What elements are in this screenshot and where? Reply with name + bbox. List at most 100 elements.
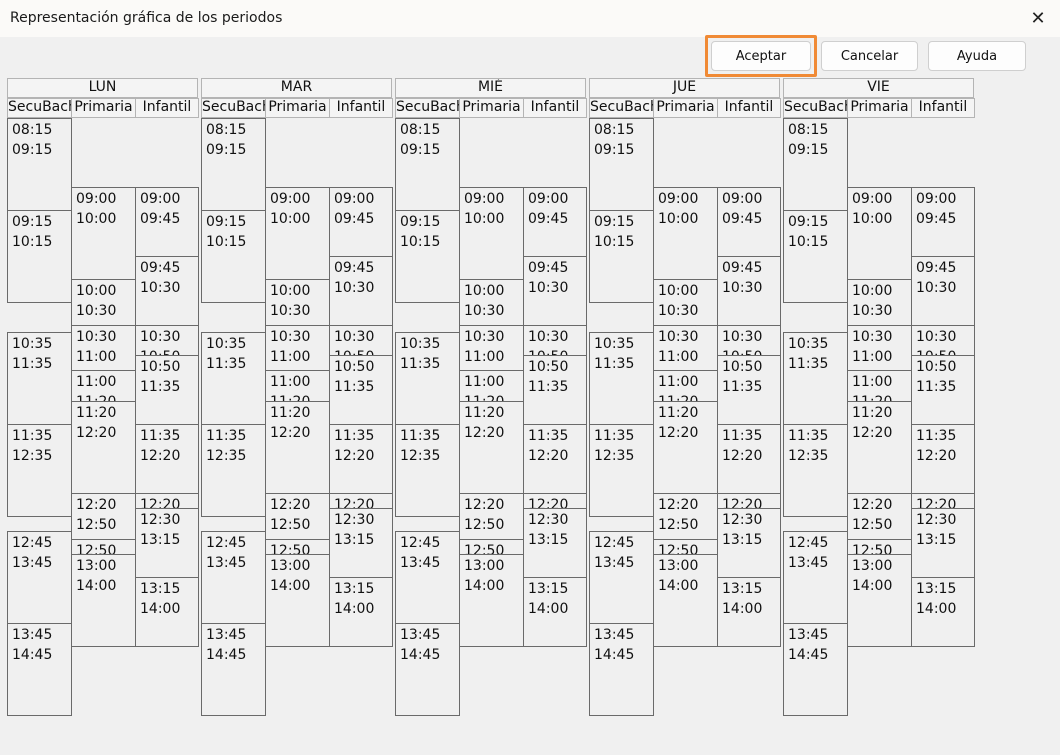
period-jue-primaria-1[interactable]: 10:00 10:30 (653, 279, 718, 326)
period-mie-infantil-1[interactable]: 09:45 10:30 (523, 256, 587, 326)
period-vie-primaria-6[interactable]: 12:5013:00 (847, 539, 912, 555)
period-lun-secubach-5[interactable]: 13:45 14:45 (7, 623, 72, 716)
close-button[interactable]: ✕ (1016, 0, 1060, 37)
period-mie-infantil-7[interactable]: 13:15 14:00 (523, 577, 587, 647)
period-mar-infantil-3[interactable]: 10:50 11:35 (329, 355, 393, 425)
period-mie-secubach-2[interactable]: 10:35 11:35 (395, 332, 460, 425)
period-jue-infantil-5[interactable]: 12:2012:30 (717, 493, 781, 509)
period-vie-secubach-3[interactable]: 11:35 12:35 (783, 424, 848, 517)
period-mar-secubach-0[interactable]: 08:15 09:15 (201, 118, 266, 211)
period-mar-infantil-7[interactable]: 13:15 14:00 (329, 577, 393, 647)
period-lun-primaria-3[interactable]: 11:00 11:20 (71, 370, 136, 402)
period-jue-primaria-0[interactable]: 09:00 10:00 (653, 187, 718, 280)
period-mie-primaria-7[interactable]: 13:00 14:00 (459, 554, 524, 647)
accept-button[interactable]: Aceptar (711, 41, 811, 71)
period-mie-primaria-2[interactable]: 10:30 11:00 (459, 325, 524, 371)
period-mie-primaria-3[interactable]: 11:00 11:20 (459, 370, 524, 402)
period-jue-secubach-2[interactable]: 10:35 11:35 (589, 332, 654, 425)
period-lun-secubach-0[interactable]: 08:15 09:15 (7, 118, 72, 211)
period-jue-infantil-1[interactable]: 09:45 10:30 (717, 256, 781, 326)
period-mar-primaria-5[interactable]: 12:20 12:50 (265, 493, 330, 540)
period-vie-infantil-7[interactable]: 13:15 14:00 (911, 577, 975, 647)
period-mar-primaria-2[interactable]: 10:30 11:00 (265, 325, 330, 371)
period-mie-secubach-5[interactable]: 13:45 14:45 (395, 623, 460, 716)
period-jue-primaria-6[interactable]: 12:5013:00 (653, 539, 718, 555)
period-mie-secubach-0[interactable]: 08:15 09:15 (395, 118, 460, 211)
period-vie-infantil-1[interactable]: 09:45 10:30 (911, 256, 975, 326)
period-mar-primaria-0[interactable]: 09:00 10:00 (265, 187, 330, 280)
period-jue-secubach-3[interactable]: 11:35 12:35 (589, 424, 654, 517)
period-jue-secubach-5[interactable]: 13:45 14:45 (589, 623, 654, 716)
period-lun-primaria-1[interactable]: 10:00 10:30 (71, 279, 136, 326)
period-mar-secubach-5[interactable]: 13:45 14:45 (201, 623, 266, 716)
period-mar-secubach-1[interactable]: 09:15 10:15 (201, 210, 266, 303)
period-lun-primaria-0[interactable]: 09:00 10:00 (71, 187, 136, 280)
period-vie-secubach-5[interactable]: 13:45 14:45 (783, 623, 848, 716)
period-mar-primaria-6[interactable]: 12:5013:00 (265, 539, 330, 555)
period-mie-infantil-3[interactable]: 10:50 11:35 (523, 355, 587, 425)
period-lun-infantil-7[interactable]: 13:15 14:00 (135, 577, 199, 647)
period-lun-primaria-7[interactable]: 13:00 14:00 (71, 554, 136, 647)
period-vie-primaria-7[interactable]: 13:00 14:00 (847, 554, 912, 647)
period-vie-infantil-3[interactable]: 10:50 11:35 (911, 355, 975, 425)
period-mar-secubach-3[interactable]: 11:35 12:35 (201, 424, 266, 517)
period-mie-infantil-6[interactable]: 12:30 13:15 (523, 508, 587, 578)
period-jue-primaria-3[interactable]: 11:00 11:20 (653, 370, 718, 402)
period-lun-infantil-6[interactable]: 12:30 13:15 (135, 508, 199, 578)
period-jue-primaria-7[interactable]: 13:00 14:00 (653, 554, 718, 647)
period-mar-infantil-4[interactable]: 11:35 12:20 (329, 424, 393, 494)
period-lun-infantil-0[interactable]: 09:00 09:45 (135, 187, 199, 257)
period-lun-secubach-4[interactable]: 12:45 13:45 (7, 531, 72, 624)
period-vie-infantil-4[interactable]: 11:35 12:20 (911, 424, 975, 494)
period-jue-infantil-2[interactable]: 10:3010:50 (717, 325, 781, 356)
period-lun-infantil-2[interactable]: 10:3010:50 (135, 325, 199, 356)
period-mar-primaria-1[interactable]: 10:00 10:30 (265, 279, 330, 326)
period-mie-primaria-1[interactable]: 10:00 10:30 (459, 279, 524, 326)
period-mie-infantil-5[interactable]: 12:2012:30 (523, 493, 587, 509)
period-mar-infantil-1[interactable]: 09:45 10:30 (329, 256, 393, 326)
period-mar-infantil-0[interactable]: 09:00 09:45 (329, 187, 393, 257)
period-mie-primaria-5[interactable]: 12:20 12:50 (459, 493, 524, 540)
period-vie-primaria-3[interactable]: 11:00 11:20 (847, 370, 912, 402)
period-vie-secubach-4[interactable]: 12:45 13:45 (783, 531, 848, 624)
period-lun-infantil-5[interactable]: 12:2012:30 (135, 493, 199, 509)
period-jue-primaria-5[interactable]: 12:20 12:50 (653, 493, 718, 540)
period-lun-secubach-1[interactable]: 09:15 10:15 (7, 210, 72, 303)
period-vie-primaria-4[interactable]: 11:20 12:20 (847, 401, 912, 494)
period-vie-infantil-0[interactable]: 09:00 09:45 (911, 187, 975, 257)
period-mie-secubach-3[interactable]: 11:35 12:35 (395, 424, 460, 517)
period-jue-primaria-4[interactable]: 11:20 12:20 (653, 401, 718, 494)
period-lun-infantil-1[interactable]: 09:45 10:30 (135, 256, 199, 326)
period-vie-secubach-0[interactable]: 08:15 09:15 (783, 118, 848, 211)
period-mar-secubach-2[interactable]: 10:35 11:35 (201, 332, 266, 425)
period-jue-infantil-7[interactable]: 13:15 14:00 (717, 577, 781, 647)
period-jue-secubach-4[interactable]: 12:45 13:45 (589, 531, 654, 624)
period-mie-infantil-4[interactable]: 11:35 12:20 (523, 424, 587, 494)
period-vie-primaria-5[interactable]: 12:20 12:50 (847, 493, 912, 540)
period-mie-infantil-0[interactable]: 09:00 09:45 (523, 187, 587, 257)
period-mar-infantil-6[interactable]: 12:30 13:15 (329, 508, 393, 578)
period-lun-secubach-3[interactable]: 11:35 12:35 (7, 424, 72, 517)
period-jue-secubach-1[interactable]: 09:15 10:15 (589, 210, 654, 303)
period-jue-infantil-6[interactable]: 12:30 13:15 (717, 508, 781, 578)
period-vie-infantil-6[interactable]: 12:30 13:15 (911, 508, 975, 578)
period-vie-infantil-5[interactable]: 12:2012:30 (911, 493, 975, 509)
period-mar-primaria-4[interactable]: 11:20 12:20 (265, 401, 330, 494)
period-vie-secubach-1[interactable]: 09:15 10:15 (783, 210, 848, 303)
period-mie-secubach-4[interactable]: 12:45 13:45 (395, 531, 460, 624)
period-mar-infantil-2[interactable]: 10:3010:50 (329, 325, 393, 356)
period-jue-infantil-3[interactable]: 10:50 11:35 (717, 355, 781, 425)
period-lun-primaria-5[interactable]: 12:20 12:50 (71, 493, 136, 540)
period-mie-primaria-6[interactable]: 12:5013:00 (459, 539, 524, 555)
period-vie-infantil-2[interactable]: 10:3010:50 (911, 325, 975, 356)
period-mie-primaria-4[interactable]: 11:20 12:20 (459, 401, 524, 494)
period-jue-infantil-0[interactable]: 09:00 09:45 (717, 187, 781, 257)
period-vie-primaria-0[interactable]: 09:00 10:00 (847, 187, 912, 280)
period-mie-secubach-1[interactable]: 09:15 10:15 (395, 210, 460, 303)
period-lun-infantil-4[interactable]: 11:35 12:20 (135, 424, 199, 494)
period-lun-secubach-2[interactable]: 10:35 11:35 (7, 332, 72, 425)
period-jue-secubach-0[interactable]: 08:15 09:15 (589, 118, 654, 211)
period-lun-primaria-4[interactable]: 11:20 12:20 (71, 401, 136, 494)
period-lun-primaria-2[interactable]: 10:30 11:00 (71, 325, 136, 371)
cancel-button[interactable]: Cancelar (821, 41, 918, 71)
